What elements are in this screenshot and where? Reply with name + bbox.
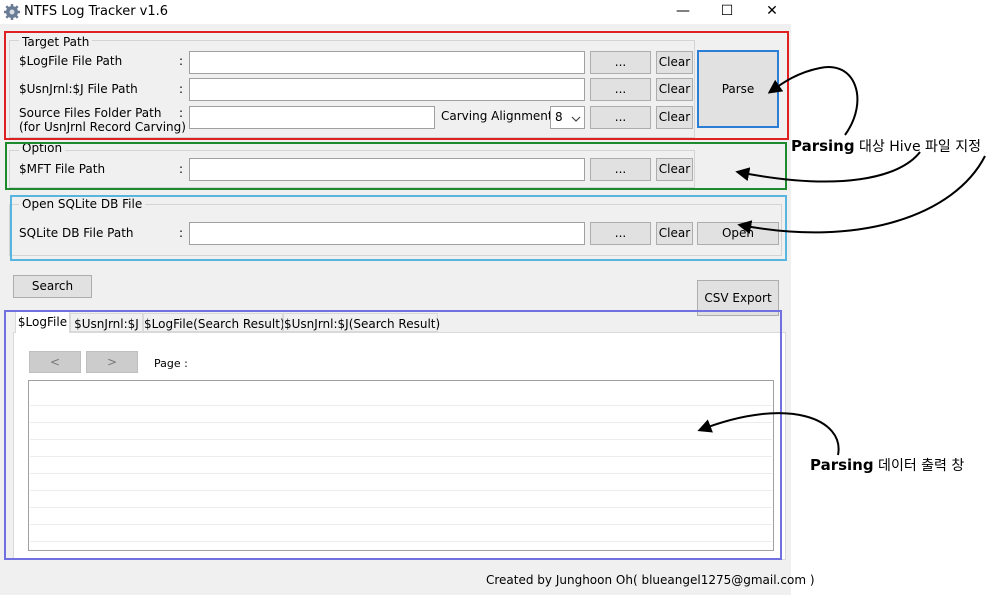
output-annotation-text: 데이터 출력 창: [873, 458, 965, 474]
output-annotation: Parsing 데이터 출력 창: [810, 455, 964, 475]
parse-annotation-text: 대상 Hive 파일 지정: [854, 139, 982, 155]
output-annotation-bold: Parsing: [810, 456, 874, 474]
annotation-arrows: [697, 65, 986, 456]
parse-annotation: Parsing 대상 Hive 파일 지정: [791, 136, 981, 156]
parse-annotation-bold: Parsing: [791, 137, 855, 155]
